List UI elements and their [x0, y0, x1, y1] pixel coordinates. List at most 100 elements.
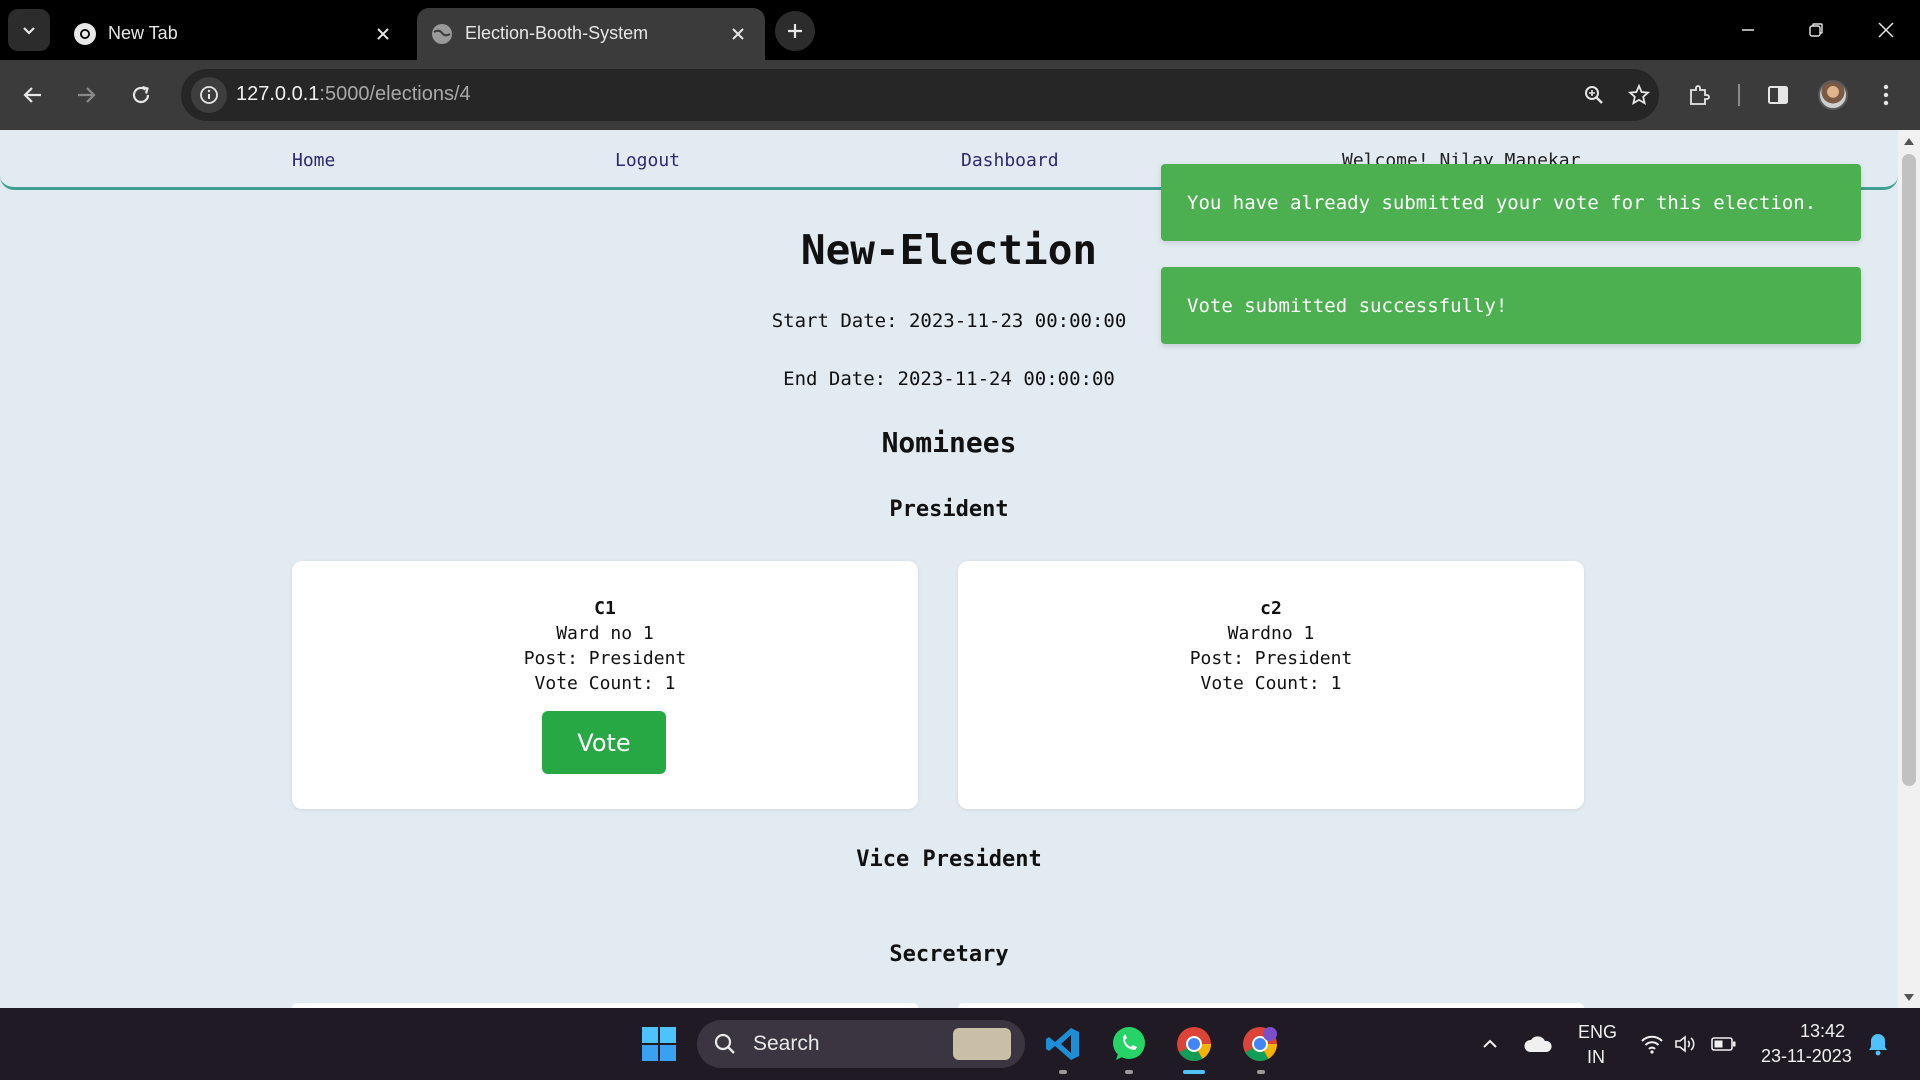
candidate-ward: Wardno 1 — [1227, 623, 1315, 644]
flash-message-vote-success: Vote submitted successfully! — [1161, 267, 1861, 344]
restore-button[interactable] — [1792, 10, 1840, 50]
nominees-heading: Nominees — [881, 426, 1017, 459]
battery-icon — [1711, 1037, 1736, 1051]
plus-icon — [788, 24, 802, 38]
minimize-button[interactable] — [1724, 10, 1772, 50]
bell-icon — [1869, 1034, 1887, 1056]
battery-button[interactable] — [1702, 1022, 1746, 1066]
post-heading-vice-president: Vice President — [856, 847, 1042, 872]
clock-date[interactable]: 23-11-2023 — [1761, 1046, 1852, 1067]
whatsapp-icon — [1113, 1027, 1145, 1060]
onedrive-button[interactable] — [1516, 1022, 1560, 1066]
zoom-button[interactable] — [1576, 77, 1612, 113]
minimize-icon — [1742, 29, 1754, 31]
page-scrollbar[interactable] — [1898, 130, 1920, 1008]
scroll-thumb[interactable] — [1902, 154, 1916, 786]
close-window-button[interactable] — [1862, 10, 1910, 50]
clock-time[interactable]: 13:42 — [1800, 1021, 1845, 1042]
post-heading-president: President — [889, 497, 1009, 522]
chevron-up-icon — [1483, 1039, 1497, 1048]
taskbar-chrome-profile[interactable] — [1238, 1022, 1282, 1066]
browser-menu-button[interactable] — [1864, 73, 1908, 117]
search-icon — [714, 1033, 735, 1054]
profile-avatar[interactable] — [1818, 80, 1848, 110]
post-heading-secretary: Secretary — [889, 942, 1009, 967]
region-indicator[interactable]: IN — [1587, 1047, 1605, 1068]
forward-icon — [78, 87, 96, 103]
extensions-icon — [1690, 85, 1710, 105]
close-icon — [732, 28, 744, 40]
new-tab-button[interactable] — [775, 11, 815, 51]
site-info-icon — [200, 86, 218, 104]
url-path: :5000/elections/4 — [319, 83, 471, 105]
page-viewport: Home Logout Dashboard Welcome! Nilay Man… — [0, 130, 1920, 1008]
end-date: End Date: 2023-11-24 00:00:00 — [783, 368, 1115, 390]
running-indicator — [1257, 1070, 1265, 1074]
notifications-button[interactable] — [1856, 1022, 1900, 1066]
candidate-vote-count: Vote Count: 1 — [534, 673, 676, 694]
vscode-icon — [1046, 1028, 1079, 1060]
address-bar[interactable]: 127.0.0.1:5000/elections/4 — [181, 69, 1659, 121]
volume-icon — [1675, 1035, 1695, 1053]
back-icon — [23, 87, 41, 103]
candidate-name: c2 — [1260, 598, 1282, 619]
flash-message-text: Vote submitted successfully! — [1187, 294, 1508, 317]
vote-button[interactable]: Vote — [542, 711, 666, 774]
start-button[interactable] — [637, 1022, 681, 1066]
taskbar-search-label: Search — [753, 1032, 820, 1055]
candidate-card: c2 Wardno 1 Post: President Vote Count: … — [958, 561, 1584, 809]
restore-icon — [1809, 23, 1823, 37]
close-tab-button[interactable] — [725, 21, 751, 47]
taskbar-search-box[interactable]: Search — [697, 1020, 1025, 1068]
active-app-indicator — [1183, 1070, 1205, 1074]
nav-home-link[interactable]: Home — [292, 150, 335, 171]
chrome-icon — [74, 23, 96, 45]
candidate-card: C1 Ward no 1 Post: President Vote Count:… — [292, 561, 918, 809]
back-button[interactable] — [11, 73, 55, 117]
globe-icon — [432, 24, 452, 44]
nav-dashboard-link[interactable]: Dashboard — [961, 150, 1059, 171]
zoom-icon — [1585, 86, 1603, 104]
running-indicator — [1059, 1070, 1067, 1074]
taskbar-chrome[interactable] — [1172, 1022, 1216, 1066]
wifi-icon — [1641, 1035, 1663, 1054]
scroll-up-arrow[interactable] — [1904, 138, 1914, 145]
site-info-button[interactable] — [191, 77, 227, 113]
taskbar-vscode[interactable] — [1041, 1022, 1085, 1066]
tab-election-booth[interactable]: Election-Booth-System — [417, 8, 765, 60]
tab-new-tab[interactable]: New Tab — [60, 8, 410, 60]
url-text[interactable]: 127.0.0.1:5000/elections/4 — [236, 83, 471, 106]
close-tab-button[interactable] — [370, 21, 396, 47]
flash-message-text: You have already submitted your vote for… — [1187, 191, 1817, 214]
show-hidden-icons-button[interactable] — [1468, 1022, 1512, 1066]
search-highlight-image — [953, 1028, 1011, 1060]
menu-icon — [1883, 84, 1889, 106]
reload-icon — [132, 85, 150, 104]
chrome-icon — [1177, 1027, 1211, 1061]
running-indicator — [1125, 1070, 1133, 1074]
tab-search-button[interactable] — [8, 9, 50, 51]
candidate-name: C1 — [594, 598, 616, 619]
tab-title: New Tab — [108, 23, 178, 43]
candidate-vote-count: Vote Count: 1 — [1200, 673, 1342, 694]
side-panel-button[interactable] — [1756, 73, 1800, 117]
taskbar-whatsapp[interactable] — [1107, 1022, 1151, 1066]
candidate-post: Post: President — [523, 648, 687, 669]
flash-message-already-voted: You have already submitted your vote for… — [1161, 164, 1861, 241]
windows-icon — [642, 1027, 676, 1061]
scroll-down-arrow[interactable] — [1904, 994, 1914, 1001]
toolbar-divider — [1738, 84, 1740, 106]
reload-button[interactable] — [119, 73, 163, 117]
browser-toolbar: 127.0.0.1:5000/elections/4 — [0, 60, 1920, 130]
cloud-icon — [1524, 1036, 1552, 1052]
bookmark-button[interactable] — [1621, 77, 1657, 113]
chrome-profile-icon — [1243, 1027, 1277, 1061]
nav-logout-link[interactable]: Logout — [615, 150, 680, 171]
chevron-down-icon — [23, 27, 35, 35]
candidate-post: Post: President — [1189, 648, 1353, 669]
close-icon — [377, 28, 389, 40]
forward-button[interactable] — [64, 73, 108, 117]
language-indicator[interactable]: ENG — [1578, 1022, 1617, 1043]
extensions-button[interactable] — [1677, 73, 1721, 117]
close-icon — [1878, 22, 1894, 38]
